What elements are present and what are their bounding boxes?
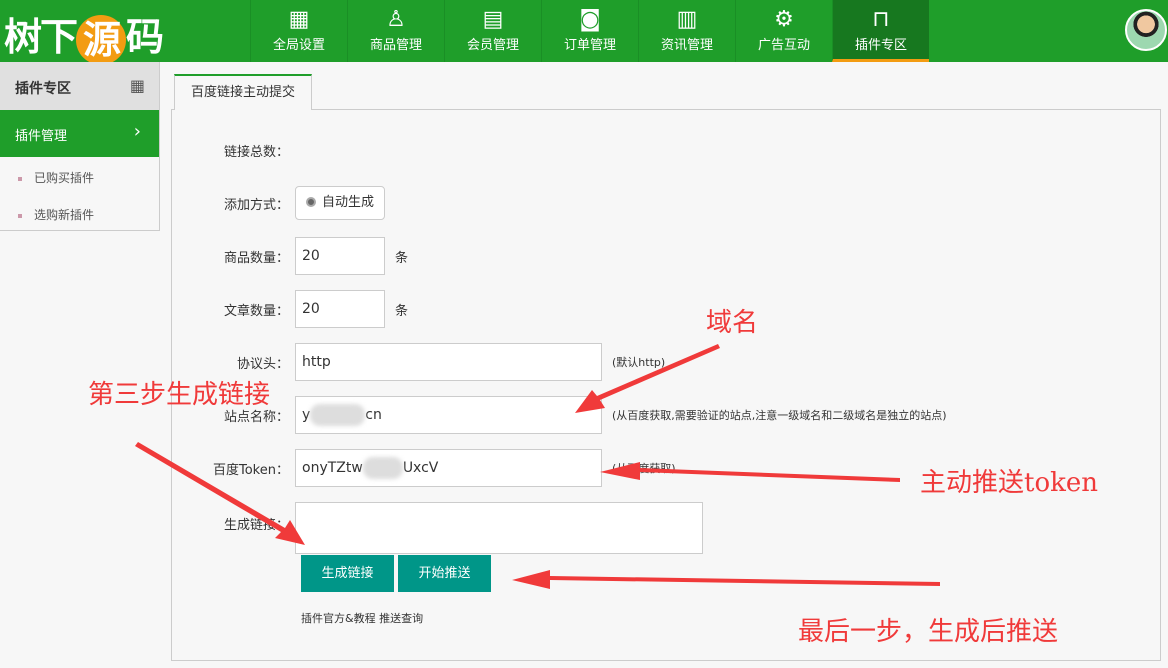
annotation-step3: 第三步生成链接 [88, 380, 271, 410]
annotation-token: 主动推送token [920, 468, 1098, 498]
arrow-last [512, 570, 940, 589]
annotation-arrows [135, 344, 940, 589]
arrow-token [600, 462, 900, 482]
annotation-last-step: 最后一步，生成后推送 [798, 617, 1059, 647]
arrow-step3 [135, 442, 305, 545]
annotation-domain: 域名 [706, 308, 759, 338]
arrow-domain [575, 344, 720, 413]
